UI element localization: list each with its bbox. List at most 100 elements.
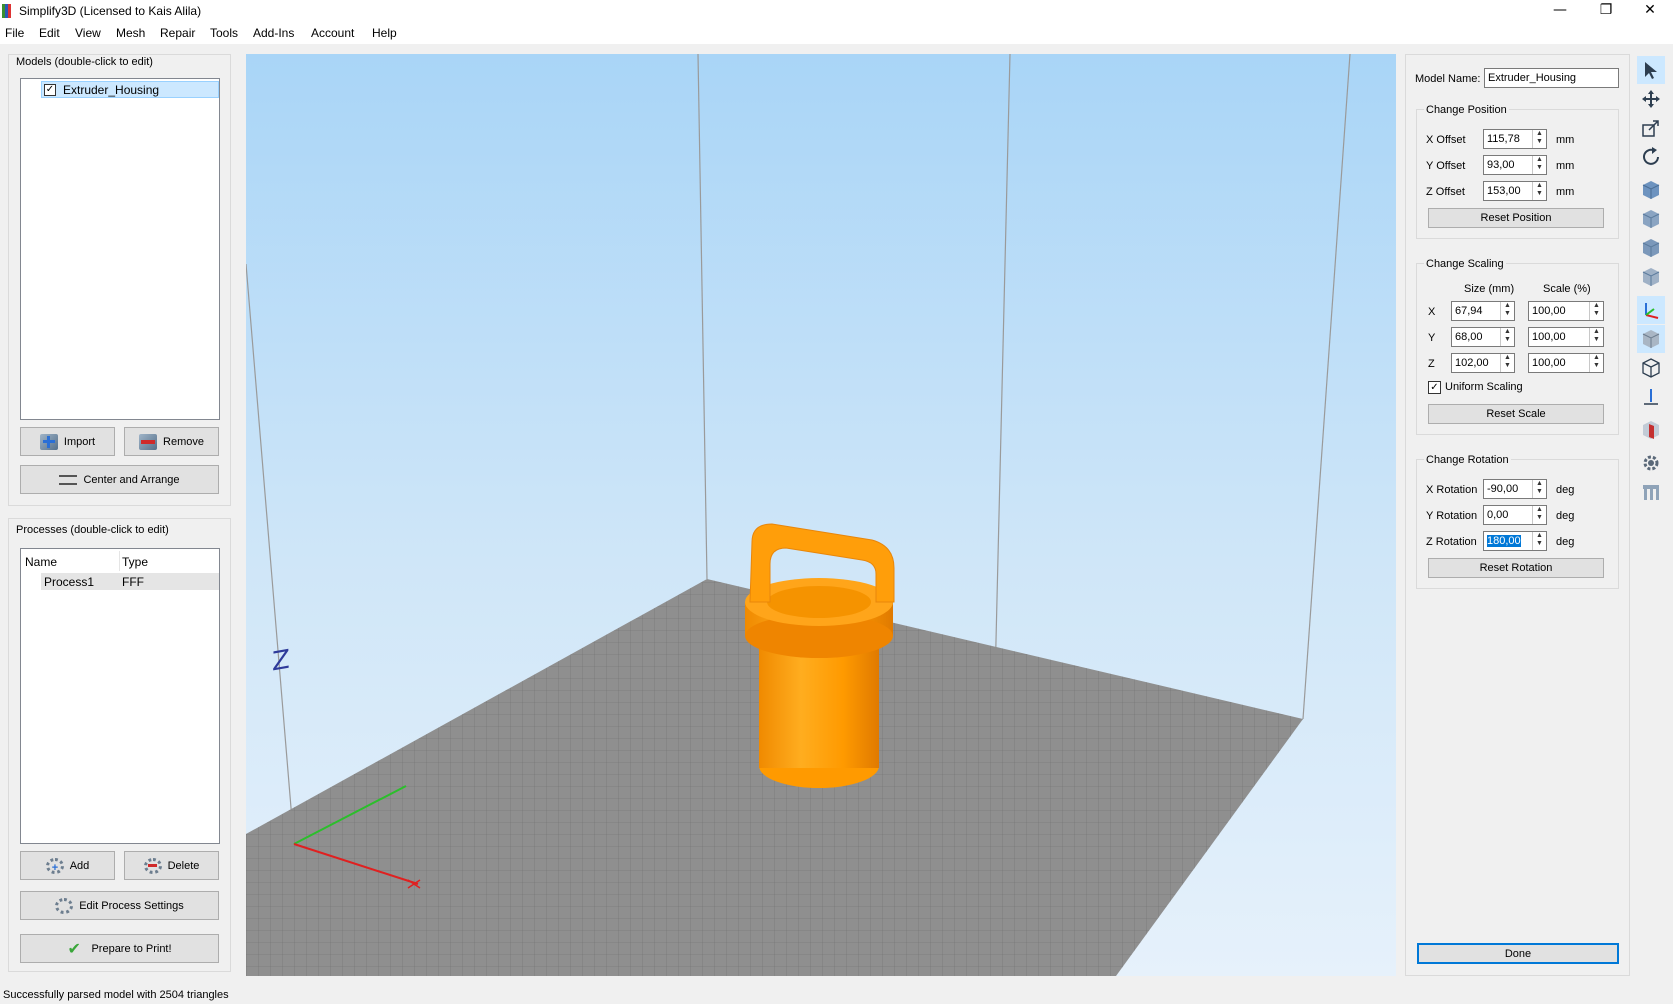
wireframe-view-button[interactable] [1637,354,1665,382]
move-tool-button[interactable] [1637,85,1665,113]
x-offset-input[interactable]: 115,78 ▲ ▼ [1483,129,1547,149]
spin-arrows-icon[interactable]: ▲ ▼ [1532,182,1546,200]
view-cube-front-icon [1642,210,1660,228]
view-top-button[interactable] [1637,263,1665,291]
menu-view[interactable]: View [75,26,101,40]
y-rotation-input[interactable]: 0,00 ▲ ▼ [1483,505,1547,525]
spin-arrows-icon[interactable]: ▲ ▼ [1532,506,1546,524]
uniform-scaling-checkbox[interactable]: ✓ [1428,381,1441,394]
scale-tool-button[interactable] [1637,114,1665,142]
size-x-input[interactable]: 67,94 ▲ ▼ [1451,301,1515,321]
menu-help[interactable]: Help [372,26,397,40]
edit-process-settings-label: Edit Process Settings [79,899,184,912]
scale-y-input[interactable]: 100,00 ▲ ▼ [1528,327,1604,347]
menu-account[interactable]: Account [311,26,354,40]
app-logo-icon [2,4,14,18]
spin-arrows-icon[interactable]: ▲ ▼ [1532,156,1546,174]
column-header-type[interactable]: Type [122,555,148,569]
y-offset-value: 93,00 [1487,159,1515,171]
remove-button[interactable]: Remove [124,427,219,456]
column-divider [119,551,120,571]
status-text: Successfully parsed model with 2504 tria… [3,989,229,1001]
menu-bar: File Edit View Mesh Repair Tools Add-Ins… [0,22,1673,44]
axes-icon [1645,303,1659,319]
z-offset-unit: mm [1556,186,1575,198]
scale-x-input[interactable]: 100,00 ▲ ▼ [1528,301,1604,321]
size-y-input[interactable]: 68,00 ▲ ▼ [1451,327,1515,347]
view-side-button[interactable] [1637,234,1665,262]
size-header: Size (mm) [1464,283,1515,295]
edit-process-settings-button[interactable]: Edit Process Settings [20,891,219,920]
bottom-axis-icon [1644,389,1658,405]
models-list[interactable]: ✓ Extruder_Housing [20,78,220,420]
spin-arrows-icon[interactable]: ▲ ▼ [1589,302,1603,320]
spin-arrows-icon[interactable]: ▲ ▼ [1532,480,1546,498]
add-process-button[interactable]: + Add [20,851,115,880]
spin-arrows-icon[interactable]: ▲ ▼ [1500,328,1514,346]
reset-position-button[interactable]: Reset Position [1428,208,1604,228]
menu-edit[interactable]: Edit [39,26,60,40]
minimize-button[interactable]: — [1537,0,1583,22]
restore-button[interactable]: ❐ [1583,0,1629,22]
close-button[interactable]: ✕ [1627,0,1673,22]
prepare-to-print-button[interactable]: ✔ Prepare to Print! [20,934,219,963]
scale-y-value: 100,00 [1532,331,1566,343]
view-default-button[interactable] [1637,176,1665,204]
menu-mesh[interactable]: Mesh [116,26,145,40]
menu-add-ins[interactable]: Add-Ins [253,26,294,40]
delete-gear-icon [143,857,162,874]
build-volume-edge [697,54,708,580]
spin-arrows-icon[interactable]: ▲ ▼ [1589,328,1603,346]
model-name-input[interactable]: Extruder_Housing [1484,68,1619,88]
done-button[interactable]: Done [1417,943,1619,964]
delete-process-button[interactable]: Delete [124,851,219,880]
position-title: Change Position [1424,104,1509,116]
menu-file[interactable]: File [5,26,24,40]
menu-tools[interactable]: Tools [210,26,238,40]
view-front-button[interactable] [1637,205,1665,233]
x-rotation-input[interactable]: -90,00 ▲ ▼ [1483,479,1547,499]
spin-arrows-icon[interactable]: ▲ ▼ [1532,532,1546,550]
scale-z-input[interactable]: 100,00 ▲ ▼ [1528,353,1604,373]
3d-viewport[interactable]: Z [246,54,1396,976]
table-row[interactable]: Process1 FFF [41,573,219,590]
delete-process-label: Delete [167,859,200,872]
bottom-axis-button[interactable] [1637,383,1665,411]
status-bar: Successfully parsed model with 2504 tria… [0,984,1673,1004]
supports-button[interactable] [1637,478,1665,506]
gears-icon [55,897,74,914]
processes-label: Processes (double-click to edit) [16,524,169,536]
y-offset-input[interactable]: 93,00 ▲ ▼ [1483,155,1547,175]
rotate-icon [1643,147,1659,165]
menu-repair[interactable]: Repair [160,26,195,40]
z-rotation-input[interactable]: 180,00 ▲ ▼ [1483,531,1547,551]
center-and-arrange-button[interactable]: Center and Arrange [20,465,219,494]
z-offset-input[interactable]: 153,00 ▲ ▼ [1483,181,1547,201]
select-tool-button[interactable] [1637,56,1665,84]
spin-arrows-icon[interactable]: ▲ ▼ [1589,354,1603,372]
settings-button[interactable] [1637,449,1665,477]
reset-rotation-button[interactable]: Reset Rotation [1428,558,1604,578]
model-checkbox[interactable]: ✓ [44,84,56,96]
scale-icon [1642,120,1659,137]
spin-arrows-icon[interactable]: ▲ ▼ [1500,354,1514,372]
rotate-tool-button[interactable] [1637,143,1665,171]
model-name-label: Model Name: [1415,73,1481,85]
model-name-label: Extruder_Housing [63,83,160,97]
solid-view-button[interactable] [1637,325,1665,353]
reset-scale-button[interactable]: Reset Scale [1428,404,1604,424]
list-item[interactable]: ✓ Extruder_Housing [41,81,219,98]
scale-z-label: Z [1428,358,1435,370]
cross-section-button[interactable] [1637,416,1665,444]
show-axes-button[interactable] [1637,296,1665,324]
spin-arrows-icon[interactable]: ▲ ▼ [1532,130,1546,148]
z-offset-label: Z Offset [1426,186,1465,198]
scale-x-value: 100,00 [1532,305,1566,317]
import-button[interactable]: Import [20,427,115,456]
spin-arrows-icon[interactable]: ▲ ▼ [1500,302,1514,320]
size-z-input[interactable]: 102,00 ▲ ▼ [1451,353,1515,373]
prepare-to-print-label: Prepare to Print! [91,942,172,955]
processes-list[interactable]: Name Type Process1 FFF [20,548,220,844]
column-header-name[interactable]: Name [25,555,57,569]
model-extruder-housing[interactable] [745,523,895,788]
